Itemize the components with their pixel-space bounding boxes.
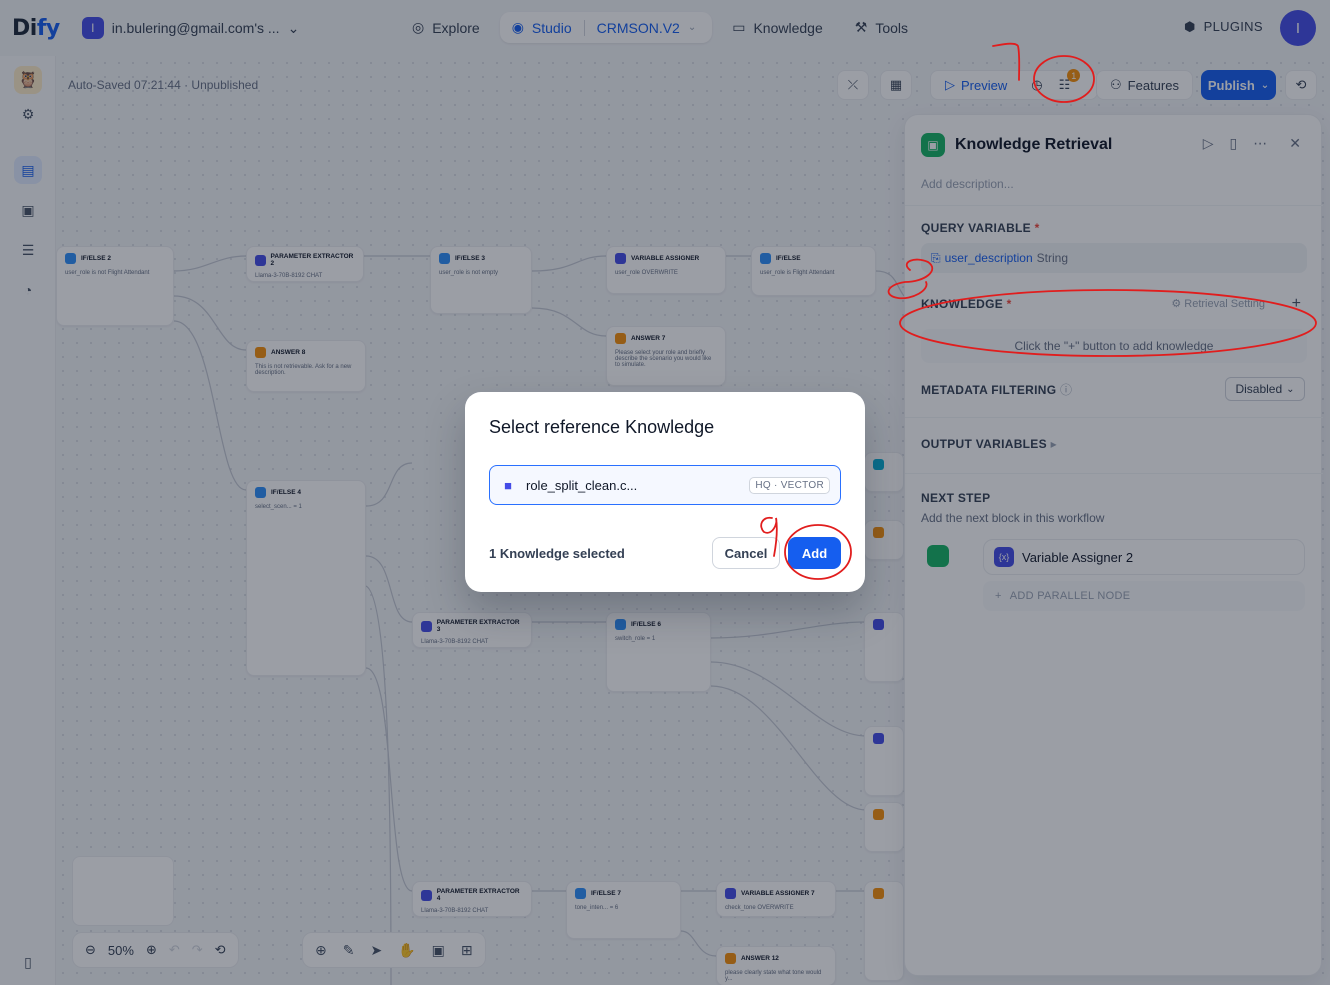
knowledge-item[interactable]: ■ role_split_clean.c... HQ · VECTOR	[489, 465, 841, 505]
index-badge: HQ · VECTOR	[749, 476, 830, 494]
knowledge-item-name: role_split_clean.c...	[526, 477, 638, 493]
folder-icon: ■	[504, 477, 512, 493]
cancel-button[interactable]: Cancel	[712, 537, 780, 569]
modal-title: Select reference Knowledge	[489, 417, 715, 437]
select-knowledge-modal: Select reference Knowledge ■ role_split_…	[465, 392, 865, 592]
add-button[interactable]: Add	[788, 537, 841, 569]
selected-count: 1 Knowledge selected	[489, 546, 625, 561]
